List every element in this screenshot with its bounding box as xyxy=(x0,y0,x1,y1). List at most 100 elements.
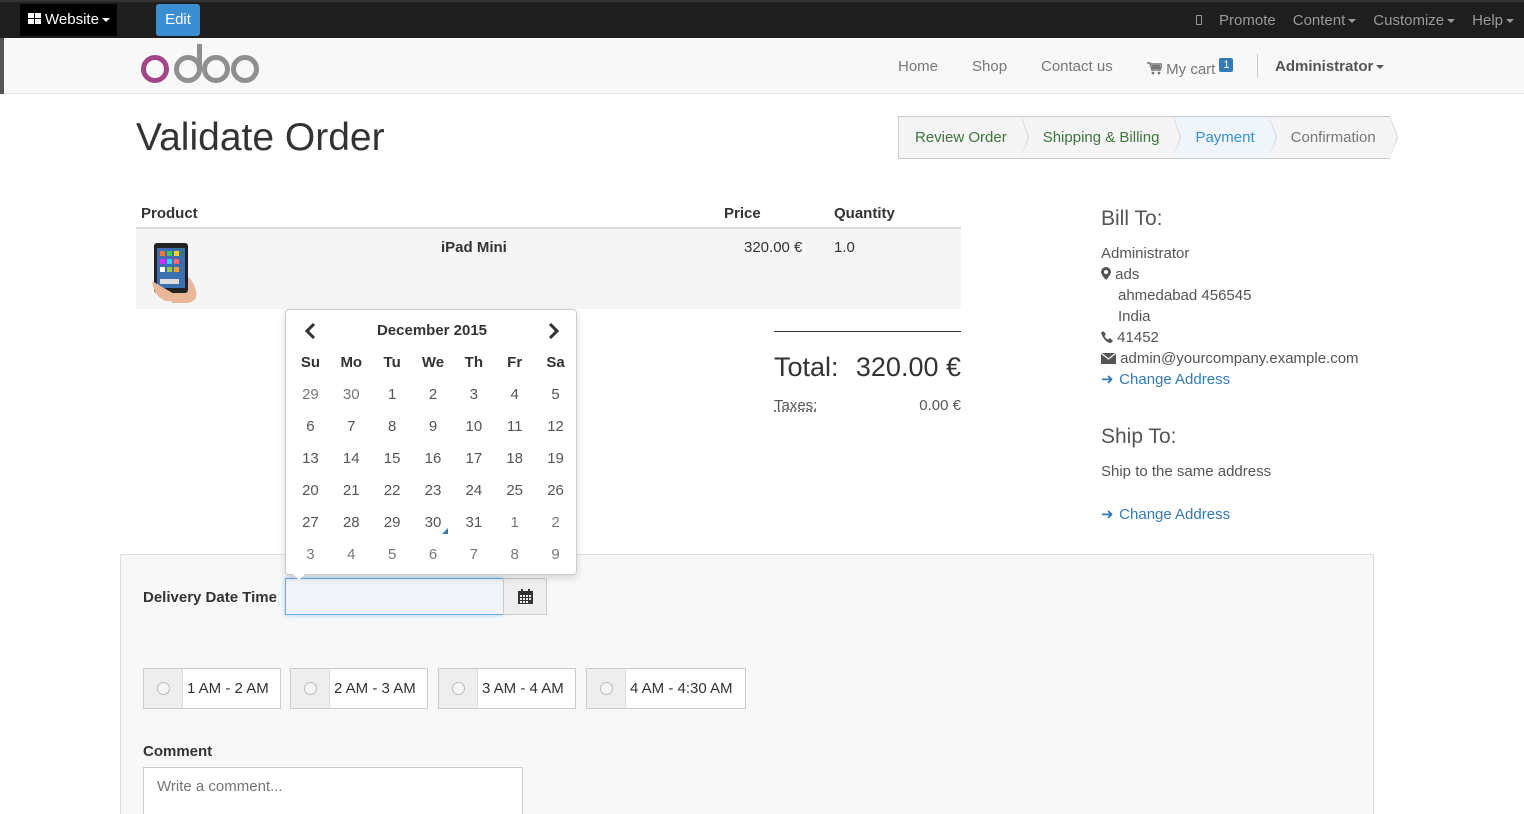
phone-icon xyxy=(1101,331,1113,343)
website-menu-button[interactable]: Website xyxy=(20,4,117,36)
weekday-header: Th xyxy=(464,353,483,371)
day-cell[interactable]: 6 xyxy=(413,538,454,570)
day-cell[interactable]: 9 xyxy=(413,410,454,442)
edit-button[interactable]: Edit xyxy=(156,4,200,36)
bill-change-address-link[interactable]: ➜ Change Address xyxy=(1101,369,1359,390)
comment-label: Comment xyxy=(143,743,213,760)
day-cell[interactable]: 20 xyxy=(290,474,331,506)
day-cell[interactable]: 23 xyxy=(413,474,454,506)
day-cell[interactable]: 3 xyxy=(453,378,494,410)
product-image[interactable] xyxy=(150,241,204,305)
datepicker-month[interactable]: December 2015 xyxy=(286,322,578,339)
user-menu[interactable]: Administrator xyxy=(1275,58,1385,75)
arrow-right-icon: ➜ xyxy=(1101,371,1114,388)
day-cell[interactable]: 4 xyxy=(331,538,372,570)
content-menu[interactable]: Content xyxy=(1293,12,1357,29)
time-slot-radio[interactable] xyxy=(144,669,183,708)
wizard-step-payment[interactable]: Payment xyxy=(1173,116,1277,158)
time-slot-radio[interactable] xyxy=(439,669,478,708)
day-cell[interactable]: 18 xyxy=(494,442,535,474)
bill-to-city: ahmedabad 456545 xyxy=(1118,287,1252,304)
time-slot-1[interactable]: 1 AM - 2 AM xyxy=(143,668,281,709)
comment-textarea[interactable] xyxy=(143,767,523,814)
nav-shop[interactable]: Shop xyxy=(972,58,1007,75)
admin-right-menu: Promote Content Customize Help xyxy=(1196,2,1514,38)
day-cell[interactable]: 11 xyxy=(494,410,535,442)
main-navbar: Home Shop Contact us My cart 1 Administra… xyxy=(4,38,1524,94)
order-table: Product Price Quantity iPad Mini 320.00 … xyxy=(136,198,961,309)
help-menu[interactable]: Help xyxy=(1472,12,1514,29)
mobile-preview-icon[interactable] xyxy=(1196,15,1203,25)
day-cell[interactable]: 1 xyxy=(494,506,535,538)
nav-my-cart[interactable]: My cart 1 xyxy=(1147,58,1234,78)
day-cell[interactable]: 1 xyxy=(372,378,413,410)
day-cell[interactable]: 26 xyxy=(535,474,576,506)
wizard-step-review-order[interactable]: Review Order xyxy=(899,116,1029,158)
day-cell[interactable]: 30 xyxy=(331,378,372,410)
day-cell[interactable]: 29 xyxy=(290,378,331,410)
time-slot-radio[interactable] xyxy=(291,669,330,708)
day-cell[interactable]: 31 xyxy=(453,506,494,538)
bill-to-title: Bill To: xyxy=(1101,207,1163,230)
day-cell[interactable]: 5 xyxy=(535,378,576,410)
day-cell[interactable]: 5 xyxy=(372,538,413,570)
total-label: Total: xyxy=(774,352,839,382)
weekday-header: Fr xyxy=(507,353,523,371)
customize-menu[interactable]: Customize xyxy=(1373,12,1456,29)
day-cell[interactable]: 27 xyxy=(290,506,331,538)
chevron-right-icon[interactable] xyxy=(538,320,568,342)
day-cell[interactable]: 17 xyxy=(453,442,494,474)
product-name[interactable]: iPad Mini xyxy=(441,239,507,256)
ship-change-address-link[interactable]: ➜ Change Address xyxy=(1101,504,1359,525)
day-cell[interactable]: 2 xyxy=(535,506,576,538)
bill-to-phone-line: 41452 xyxy=(1101,327,1359,348)
day-cell[interactable]: 2 xyxy=(413,378,454,410)
nav-contact[interactable]: Contact us xyxy=(1041,58,1113,75)
wizard-step-shipping-billing[interactable]: Shipping & Billing xyxy=(1021,116,1182,158)
day-cell[interactable]: 19 xyxy=(535,442,576,474)
weekday-header: Sa xyxy=(546,353,565,371)
day-cell[interactable]: 8 xyxy=(494,538,535,570)
time-slot-4[interactable]: 4 AM - 4:30 AM xyxy=(586,668,746,709)
day-cell[interactable]: 3 xyxy=(290,538,331,570)
delivery-date-input[interactable] xyxy=(285,578,504,615)
day-cell[interactable]: 13 xyxy=(290,442,331,474)
user-name: Administrator xyxy=(1275,58,1374,75)
day-cell[interactable]: 9 xyxy=(535,538,576,570)
time-slot-radio[interactable] xyxy=(587,669,626,708)
day-cell[interactable]: 14 xyxy=(331,442,372,474)
nav-home[interactable]: Home xyxy=(898,58,938,75)
bill-change-address-label: Change Address xyxy=(1119,371,1231,388)
apps-grid-icon xyxy=(28,13,41,24)
time-slot-3[interactable]: 3 AM - 4 AM xyxy=(438,668,576,709)
day-cell[interactable]: 15 xyxy=(372,442,413,474)
day-cell[interactable]: 25 xyxy=(494,474,535,506)
day-cell[interactable]: 21 xyxy=(331,474,372,506)
radio-circle-icon xyxy=(156,682,170,695)
day-cell[interactable]: 24 xyxy=(453,474,494,506)
day-cell[interactable]: 10 xyxy=(453,410,494,442)
caret-down-icon xyxy=(1348,18,1357,23)
admin-bar: Website Edit Promote Content Customize H… xyxy=(0,0,1524,38)
day-cell[interactable]: 16 xyxy=(413,442,454,474)
taxes-value: 0.00 € xyxy=(919,397,961,414)
day-cell[interactable]: 7 xyxy=(453,538,494,570)
shopping-cart-icon xyxy=(1147,62,1164,75)
radio-circle-icon xyxy=(451,682,465,695)
day-cell[interactable]: 8 xyxy=(372,410,413,442)
day-cell[interactable]: 28 xyxy=(331,506,372,538)
calendar-button[interactable] xyxy=(503,578,547,615)
day-cell[interactable]: 4 xyxy=(494,378,535,410)
day-cell[interactable]: 22 xyxy=(372,474,413,506)
day-cell[interactable]: 6 xyxy=(290,410,331,442)
promote-menu[interactable]: Promote xyxy=(1219,12,1276,29)
chevron-left-icon[interactable] xyxy=(296,320,326,342)
week-row: 13 14 15 16 17 18 19 xyxy=(290,442,576,474)
time-slot-2[interactable]: 2 AM - 3 AM xyxy=(290,668,428,709)
day-cell[interactable]: 12 xyxy=(535,410,576,442)
ship-to-text: Ship to the same address xyxy=(1101,463,1272,480)
day-cell[interactable]: 7 xyxy=(331,410,372,442)
day-cell[interactable]: 29 xyxy=(372,506,413,538)
day-cell-today[interactable]: 30 xyxy=(413,506,454,538)
datepicker-popup: December 2015 Su Mo Tu We Th Fr Sa 29 30… xyxy=(285,309,578,580)
